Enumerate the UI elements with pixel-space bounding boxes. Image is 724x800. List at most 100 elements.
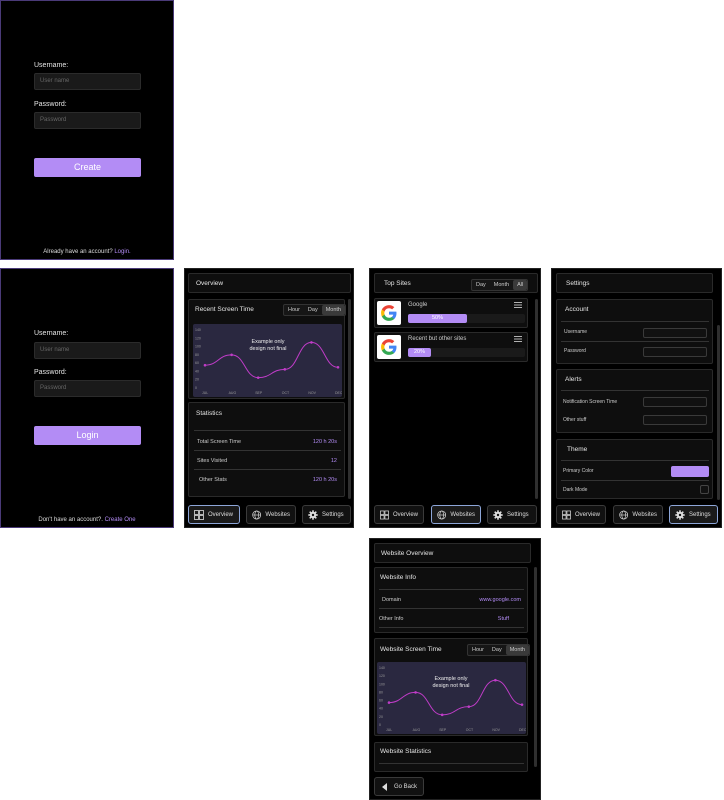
stat-value: 12 [330,458,337,464]
scrollbar[interactable] [717,325,720,500]
username-input[interactable]: User name [34,342,141,359]
nav-websites-label: Websites [450,511,475,518]
nav-websites-label: Websites [265,511,290,518]
scrollbar[interactable] [535,299,538,499]
x-tick-label: NOV [308,391,316,395]
login-prompt: Already have an account? Login. [1,249,173,255]
y-tick-label: 120 [195,336,201,340]
nav-settings-label: Settings [689,511,711,518]
nav-overview-button[interactable]: Overview [374,505,424,524]
y-tick-label: 140 [379,666,385,670]
account-title: Account [565,306,589,313]
info-value[interactable]: www.google.com [479,597,521,603]
nav-settings-button[interactable]: Settings [487,505,537,524]
stat-value: 120 h 20s [312,477,337,483]
usage-bar-fill: 50% [408,314,467,323]
login-link[interactable]: Login. [114,249,130,255]
y-tick-label: 80 [195,353,199,357]
username-input[interactable]: User name [34,73,141,90]
recent-screen-time-title: Recent Screen Time [195,306,254,313]
create-one-link[interactable]: Create One [105,517,136,523]
y-tick-label: 100 [379,682,385,686]
website-info-title: Website Info [380,574,417,581]
nav-websites-label: Websites [632,511,657,518]
y-tick-label: 40 [195,369,199,373]
chart-note: Example only design not final [432,676,470,689]
top-sites-header: Top Sites Day Month All [374,273,538,293]
create-button[interactable]: Create [34,158,141,177]
screen-time-chart: 140 120 100 80 60 40 20 0 JUL AUG SEP OCT NOV DEC Exa… [377,662,526,734]
nav-settings-button[interactable]: Settings [302,505,351,524]
x-tick-label: JUL [386,728,392,732]
x-tick-label: OCT [466,728,474,732]
nav-websites-button[interactable]: Websites [431,505,481,524]
nav-settings-button[interactable]: Settings [669,505,718,524]
data-point [203,363,207,367]
range-day[interactable]: Day [472,280,490,290]
range-all[interactable]: All [513,280,528,290]
grid-icon [562,510,571,519]
nav-overview-button[interactable]: Overview [556,505,606,524]
divider [561,480,709,481]
y-tick-label: 60 [195,361,199,365]
chart-note: Example only design not final [249,339,287,352]
gear-icon [308,509,318,520]
password-input[interactable]: Password [34,112,141,129]
data-point [520,703,524,706]
menu-icon[interactable] [514,336,522,342]
grid-icon [380,510,389,519]
x-tick-label: JUL [202,391,208,395]
password-input[interactable]: Password [34,380,141,397]
website-overview-screen: Website Overview Website Info Domain www… [369,538,541,800]
primary-color-label: Primary Color [563,468,594,474]
theme-card: Theme Primary Color Dark Mode [556,439,713,499]
website-info-card: Website Info Domain www.google.com Other… [374,567,528,633]
range-month[interactable]: Month [505,645,529,655]
globe-icon [619,510,629,519]
nav-overview-button[interactable]: Overview [188,505,240,524]
range-month[interactable]: Month [321,305,345,315]
screen-time-chart: 140 120 100 80 60 40 20 0 JUL AUG SEP OCT NOV DEC Exa… [193,324,342,397]
dark-mode-checkbox[interactable] [700,485,709,494]
password-field[interactable] [643,347,707,357]
other-stuff-field[interactable] [643,415,707,425]
globe-icon [252,510,262,519]
scrollbar[interactable] [534,567,537,767]
page-title: Overview [196,280,224,287]
nav-websites-button[interactable]: Websites [246,505,296,524]
notification-field[interactable] [643,397,707,407]
alerts-card: Alerts Notification Screen Time Other st… [556,369,713,433]
x-tick-label: NOV [492,728,500,732]
range-day[interactable]: Day [304,305,322,315]
range-month[interactable]: Month [490,280,513,290]
websites-screen: Top Sites Day Month All Google 50% Recen… [369,268,541,528]
time-range-toggle: Day Month All [471,279,529,291]
nav-websites-button[interactable]: Websites [613,505,663,524]
username-label: Username: [34,330,69,337]
website-statistics-title: Website Statistics [380,748,432,755]
notification-label: Notification Screen Time [563,399,618,405]
menu-icon[interactable] [514,302,522,308]
go-back-label: Go Back [394,783,418,790]
recent-screen-time-card: Recent Screen Time Hour Day Month 140 120… [188,299,346,399]
go-back-button[interactable]: Go Back [374,777,424,796]
range-day[interactable]: Day [488,645,506,655]
password-label: Password: [34,369,67,376]
login-button[interactable]: Login [34,426,141,445]
stat-value: 120 h 20s [312,439,337,445]
site-card[interactable]: Recent but other sites 20% [374,332,528,362]
info-label: Other Info [379,616,404,622]
password-label: Password [564,348,586,354]
scrollbar[interactable] [348,299,351,499]
grid-icon [194,509,204,520]
range-hour[interactable]: Hour [284,305,304,315]
login-screen: Username: User name Password: Password L… [0,268,174,528]
username-field[interactable] [643,328,707,338]
primary-color-swatch[interactable] [671,466,709,477]
data-point [336,365,340,369]
range-hour[interactable]: Hour [468,645,488,655]
y-tick-label: 20 [195,378,199,382]
settings-header: Settings [556,273,713,293]
line-chart-svg: 140 120 100 80 60 40 20 0 JUL AUG SEP OCT NOV DEC [195,328,342,395]
site-card[interactable]: Google 50% [374,298,528,328]
